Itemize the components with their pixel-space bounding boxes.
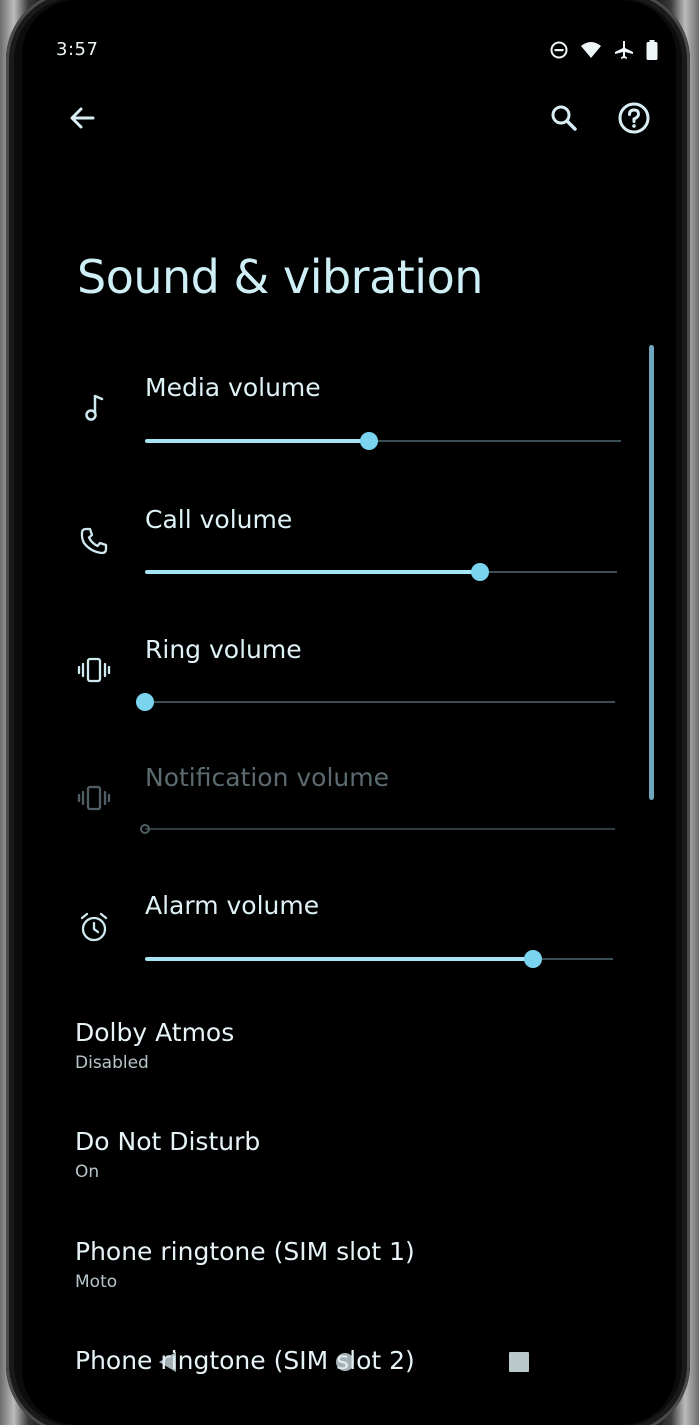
- slider-track: [145, 701, 615, 703]
- status-bar: 3:57: [22, 0, 676, 100]
- page-title: Sound & vibration: [77, 250, 483, 304]
- wifi-icon: [580, 41, 602, 63]
- phone-photo: 3:57 Sound & vibration Media volume Call…: [0, 0, 699, 1425]
- alarm-icon: [74, 907, 114, 947]
- ringtone-sim1-summary: Moto: [75, 1272, 118, 1292]
- slider-thumb[interactable]: [471, 563, 490, 581]
- nav-home-icon: [334, 1351, 356, 1377]
- nav-back-button[interactable]: [152, 1349, 182, 1379]
- status-icons: [550, 40, 658, 64]
- ring-volume-slider[interactable]: [136, 692, 615, 712]
- slider-thumb: [140, 824, 150, 834]
- notification-volume-slider: [140, 819, 615, 839]
- nav-back-icon: [156, 1350, 178, 1378]
- dolby-atmos-summary: Disabled: [75, 1053, 149, 1073]
- slider-fill: [145, 439, 369, 443]
- notification-volume-row: Notification volume: [22, 755, 642, 875]
- navigation-bar: [22, 1335, 676, 1395]
- music-note-icon: [74, 388, 114, 428]
- call-volume-label: Call volume: [145, 505, 293, 534]
- ringtone-sim1-title: Phone ringtone (SIM slot 1): [75, 1237, 415, 1266]
- media-volume-slider[interactable]: [145, 431, 621, 451]
- ring-volume-row: Ring volume: [22, 627, 642, 747]
- scrollbar[interactable]: [649, 345, 654, 800]
- help-button[interactable]: [610, 96, 658, 144]
- alarm-volume-slider[interactable]: [145, 949, 613, 969]
- help-icon: [617, 101, 651, 139]
- slider-fill: [145, 957, 534, 961]
- alarm-volume-label: Alarm volume: [145, 891, 320, 920]
- ring-volume-label: Ring volume: [145, 635, 302, 664]
- search-icon: [549, 103, 579, 137]
- arrow-back-icon: [67, 103, 97, 137]
- vibrate-icon: [74, 650, 114, 690]
- slider-thumb[interactable]: [524, 950, 543, 968]
- media-volume-label: Media volume: [145, 373, 321, 402]
- battery-icon: [646, 40, 658, 64]
- dolby-atmos-item[interactable]: Dolby Atmos Disabled: [75, 1018, 635, 1073]
- nav-recents-button[interactable]: [504, 1349, 534, 1379]
- status-time: 3:57: [56, 39, 99, 60]
- do-not-disturb-icon: [550, 41, 568, 63]
- slider-thumb[interactable]: [136, 693, 154, 711]
- nav-home-button[interactable]: [330, 1349, 360, 1379]
- do-not-disturb-item[interactable]: Do Not Disturb On: [75, 1127, 635, 1182]
- back-button[interactable]: [58, 96, 106, 144]
- call-volume-slider[interactable]: [145, 562, 617, 582]
- dolby-atmos-title: Dolby Atmos: [75, 1018, 235, 1047]
- slider-thumb[interactable]: [359, 432, 378, 450]
- do-not-disturb-summary: On: [75, 1162, 100, 1182]
- phone-screen: 3:57 Sound & vibration Media volume Call…: [22, 0, 676, 1425]
- media-volume-row: Media volume: [22, 365, 642, 485]
- vibrate-icon: [74, 778, 114, 818]
- alarm-volume-row: Alarm volume: [22, 883, 642, 1003]
- ringtone-sim1-item[interactable]: Phone ringtone (SIM slot 1) Moto: [75, 1237, 635, 1292]
- notification-volume-label: Notification volume: [145, 763, 390, 792]
- do-not-disturb-title: Do Not Disturb: [75, 1127, 261, 1156]
- slider-fill: [145, 570, 481, 574]
- nav-recents-icon: [508, 1351, 530, 1377]
- phone-icon: [74, 521, 114, 561]
- slider-track: [145, 828, 615, 830]
- call-volume-row: Call volume: [22, 497, 642, 617]
- search-button[interactable]: [540, 96, 588, 144]
- airplane-icon: [614, 40, 634, 64]
